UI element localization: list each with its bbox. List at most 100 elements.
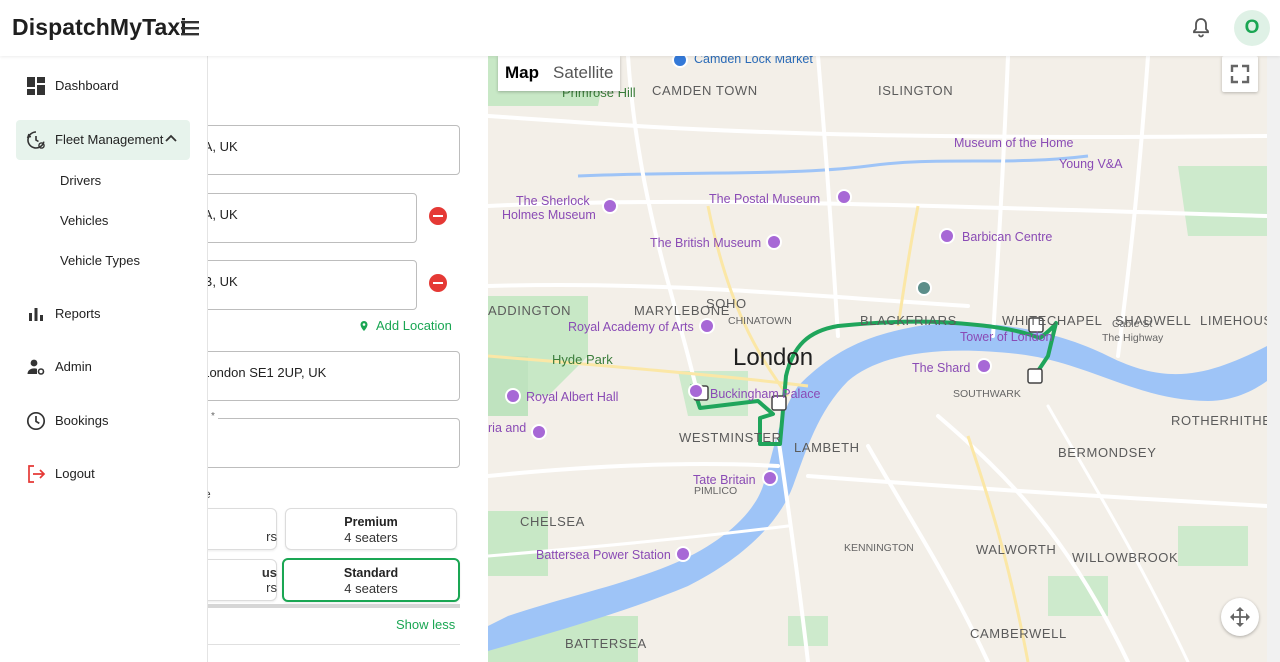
vehicle-card-premium[interactable]: Premium 4 seaters: [285, 508, 457, 550]
extra-field[interactable]: [208, 418, 460, 468]
map-poi-sherlock-holmes-2[interactable]: Holmes Museum: [502, 208, 596, 222]
brand-title[interactable]: DispatchMyTaxi: [12, 14, 187, 41]
clock-icon: [26, 411, 46, 431]
page-scrollbar[interactable]: [1267, 56, 1280, 662]
map-view[interactable]: CAMDEN TOWN ISLINGTON MARYLEBONE SOHO CH…: [488, 56, 1267, 662]
dropoff-value: , London SE1 2UP, UK: [208, 365, 327, 380]
map-poi-british-museum[interactable]: The British Museum: [650, 236, 761, 250]
horizontal-scrollbar[interactable]: [208, 604, 460, 608]
map-poi-marker[interactable]: [939, 228, 955, 244]
map-road-the-highway: The Highway: [1102, 332, 1164, 344]
add-location-label: Add Location: [376, 318, 452, 333]
map-poi-marker[interactable]: [688, 383, 704, 399]
stop-field-1[interactable]: AA, UK: [208, 193, 417, 243]
map-type-map-button[interactable]: Map: [498, 56, 546, 91]
add-location-button[interactable]: Add Location: [358, 318, 452, 333]
logout-icon: [28, 465, 46, 483]
chevron-up-icon: [165, 134, 177, 142]
stop-field-2[interactable]: AB, UK: [208, 260, 417, 310]
map-poi-marker[interactable]: [531, 424, 547, 440]
map-poi-tower-of-london[interactable]: Tower of London: [960, 330, 1052, 344]
sidebar-subitem-drivers[interactable]: Drivers: [60, 173, 101, 188]
bar-chart-icon: [29, 308, 43, 321]
map-area-blackfriars: BLACKFRIARS: [860, 313, 957, 328]
map-poi-marker[interactable]: [916, 280, 932, 296]
map-poi-tate-britain[interactable]: Tate Britain: [693, 473, 756, 487]
map-poi-marker[interactable]: [836, 189, 852, 205]
map-poi-camden-lock-market[interactable]: Camden Lock Market: [694, 56, 813, 66]
map-area-camberwell: CAMBERWELL: [970, 626, 1067, 641]
bell-icon[interactable]: [1189, 16, 1213, 40]
vehicle-card-1-seats: rs: [266, 529, 277, 544]
map-area-soho: SOHO: [706, 296, 747, 311]
map-poi-young-va[interactable]: Young V&A: [1059, 157, 1122, 171]
sidebar-subitem-vehicles[interactable]: Vehicles: [60, 213, 108, 228]
sidebar-item-label: Admin: [55, 359, 92, 374]
stop1-value: AA, UK: [208, 207, 238, 222]
pickup-value: AA, UK: [208, 139, 238, 154]
vehicle-card-1[interactable]: rs: [208, 508, 277, 550]
stop2-value: AB, UK: [208, 274, 238, 289]
map-poi-marker[interactable]: [699, 318, 715, 334]
map-poi-marker[interactable]: [675, 546, 691, 562]
map-poi-museum-of-the-home[interactable]: Museum of the Home: [954, 136, 1074, 150]
hamburger-menu-icon[interactable]: [178, 16, 202, 40]
vehicle-card-standard-title: Standard: [343, 566, 399, 580]
sidebar-item-fleet-management[interactable]: Fleet Management: [16, 120, 190, 160]
remove-stop-2-button[interactable]: [429, 274, 447, 292]
sidebar-item-bookings[interactable]: Bookings: [16, 401, 190, 441]
map-poi-royal-academy[interactable]: Royal Academy of Arts: [568, 320, 694, 334]
vehicle-card-premium-seats: 4 seaters: [344, 530, 398, 545]
map-poi-barbican-centre[interactable]: Barbican Centre: [962, 230, 1052, 244]
map-poi-postal-museum[interactable]: The Postal Museum: [709, 192, 820, 206]
user-avatar[interactable]: O: [1234, 10, 1270, 46]
map-area-camden-town: CAMDEN TOWN: [652, 83, 758, 98]
sidebar-item-logout[interactable]: Logout: [16, 454, 190, 494]
vehicle-card-3-seats: rs: [266, 580, 277, 595]
vehicle-card-standard[interactable]: Standard 4 seaters: [282, 558, 460, 602]
map-area-chinatown: CHINATOWN: [728, 315, 792, 327]
map-poi-sherlock-holmes-1[interactable]: The Sherlock: [516, 194, 590, 208]
map-poi-marker[interactable]: [762, 470, 778, 486]
map-area-walworth: WALWORTH: [976, 542, 1057, 557]
map-poi-battersea-power-station[interactable]: Battersea Power Station: [536, 548, 671, 562]
remove-stop-1-button[interactable]: [429, 207, 447, 225]
sidebar-subitem-vehicle-types[interactable]: Vehicle Types: [60, 253, 140, 268]
map-area-rotherhithe: ROTHERHITHE: [1171, 413, 1267, 428]
top-app-bar: DispatchMyTaxi O: [0, 0, 1280, 56]
map-area-limehouse: LIMEHOUSE: [1200, 313, 1267, 328]
map-poi-hyde-park[interactable]: Hyde Park: [552, 352, 613, 367]
admin-icon: [27, 359, 45, 375]
map-poi-the-shard[interactable]: The Shard: [912, 361, 970, 375]
dashboard-icon: [27, 77, 45, 95]
map-area-addington: ADDINGTON: [488, 303, 572, 318]
camera-move-icon: [1230, 607, 1250, 627]
show-less-link[interactable]: Show less: [396, 617, 455, 632]
map-poi-marker[interactable]: [976, 358, 992, 374]
dropoff-field[interactable]: , London SE1 2UP, UK: [208, 351, 460, 401]
map-area-chelsea: CHELSEA: [520, 514, 585, 529]
vehicle-card-standard-seats: 4 seaters: [344, 581, 398, 596]
sidebar-item-label: Bookings: [55, 413, 109, 428]
map-poi-marker[interactable]: [505, 388, 521, 404]
map-poi-marker[interactable]: [602, 198, 618, 214]
pickup-field[interactable]: AA, UK: [208, 125, 460, 175]
map-poi-marker[interactable]: [766, 234, 782, 250]
vehicle-type-label: e: [208, 487, 211, 501]
booking-form: AA, UK AA, UK AB, UK Add Location , Lond…: [208, 56, 488, 662]
camera-control-button[interactable]: [1221, 598, 1259, 636]
sidebar-item-admin[interactable]: Admin: [16, 347, 190, 387]
sidebar-item-dashboard[interactable]: Dashboard: [16, 66, 190, 106]
map-poi-va-museum[interactable]: ria and: [488, 421, 526, 435]
fullscreen-button[interactable]: [1222, 56, 1258, 92]
map-area-whitechapel: WHITECHAPEL: [1002, 313, 1103, 328]
vehicle-card-3[interactable]: us rs: [208, 559, 277, 601]
map-area-islington: ISLINGTON: [878, 83, 954, 98]
map-area-westminster: WESTMINSTER: [679, 430, 782, 445]
sidebar-item-reports[interactable]: Reports: [16, 294, 190, 334]
location-pin-icon: [360, 321, 368, 331]
map-poi-royal-albert-hall[interactable]: Royal Albert Hall: [526, 390, 618, 404]
map-poi-buckingham-palace[interactable]: Buckingham Palace: [710, 387, 820, 401]
map-type-satellite-button[interactable]: Satellite: [546, 56, 620, 91]
vehicle-card-premium-title: Premium: [344, 515, 398, 529]
